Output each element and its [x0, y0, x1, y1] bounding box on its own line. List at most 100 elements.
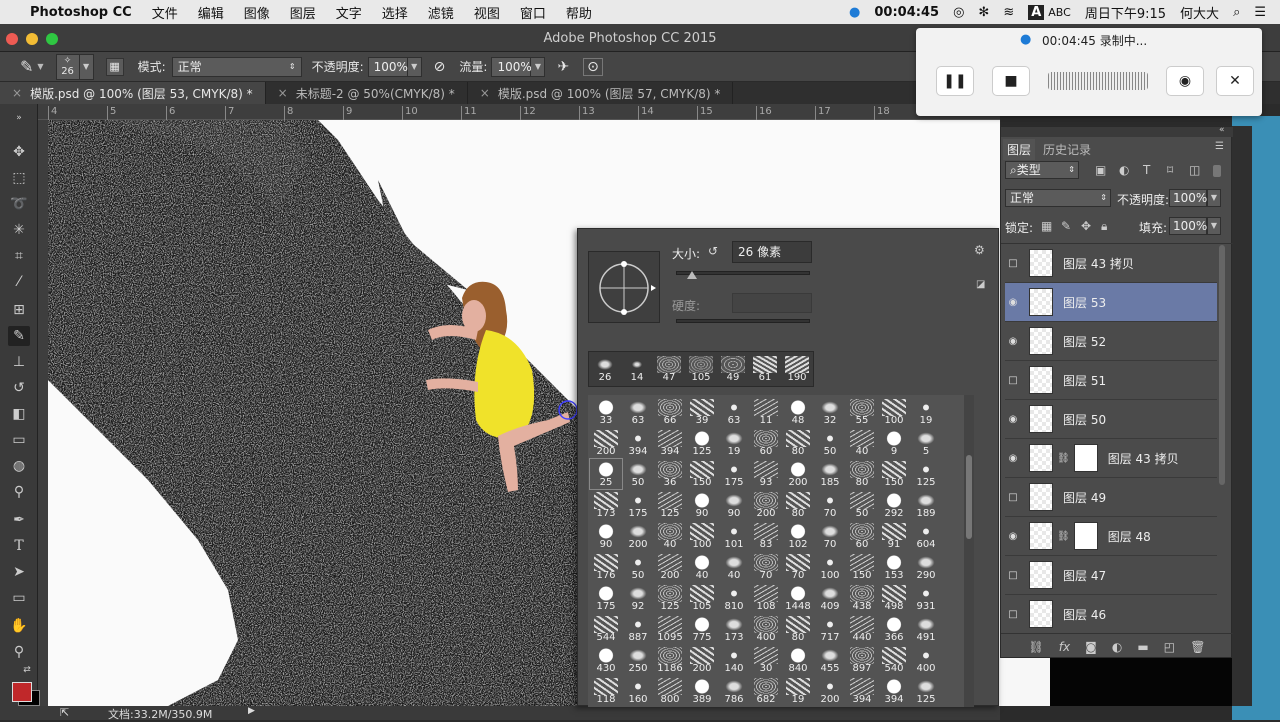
brush-preset[interactable]: 40: [654, 521, 686, 551]
brush-preset[interactable]: 173: [590, 490, 622, 520]
brush-preset[interactable]: 455: [814, 645, 846, 675]
brush-preset[interactable]: 60: [846, 521, 878, 551]
tab-layers[interactable]: 图层: [1003, 139, 1036, 160]
brush-preset[interactable]: 175: [718, 459, 750, 489]
brush-preset[interactable]: 682: [750, 676, 782, 706]
visibility-toggle[interactable]: □: [1005, 609, 1021, 620]
brush-preset[interactable]: 93: [750, 459, 782, 489]
spotlight-icon[interactable]: ⌕: [1233, 5, 1240, 20]
brush-preset[interactable]: 200: [622, 521, 654, 551]
brush-angle-preview[interactable]: [588, 251, 660, 323]
flow-field[interactable]: 100%: [491, 56, 532, 77]
brush-preset[interactable]: 150: [686, 459, 718, 489]
opacity-dropdown[interactable]: ▼: [407, 56, 422, 77]
brush-preset[interactable]: 118: [590, 676, 622, 706]
menu-help[interactable]: 帮助: [556, 3, 602, 22]
layer-blend-mode-select[interactable]: 正常 ⇕: [1005, 189, 1111, 207]
reset-size-icon[interactable]: ↺: [708, 244, 718, 258]
eye-icon[interactable]: ◉: [1005, 297, 1021, 308]
brush-preset[interactable]: 394: [846, 676, 878, 706]
recent-brush[interactable]: 61: [749, 354, 781, 384]
brush-preset[interactable]: 125: [910, 459, 942, 489]
stop-recording-button[interactable]: ■: [992, 66, 1030, 96]
tab-doc-3[interactable]: × 模版.psd @ 100% (图层 57, CMYK/8) *: [468, 82, 734, 104]
brush-preset[interactable]: 63: [718, 397, 750, 427]
menu-view[interactable]: 视图: [464, 3, 510, 22]
brush-preset[interactable]: 125: [654, 583, 686, 613]
visibility-toggle[interactable]: □: [1005, 375, 1021, 386]
eye-icon[interactable]: ◉: [1005, 336, 1021, 347]
opacity-field[interactable]: 100%: [367, 56, 408, 77]
brush-tool-icon[interactable]: ✎: [8, 326, 30, 346]
eraser-tool-icon[interactable]: ◧: [8, 404, 30, 424]
menu-edit[interactable]: 编辑: [188, 3, 234, 22]
flow-dropdown[interactable]: ▼: [531, 56, 546, 77]
layer-style-icon[interactable]: fx: [1059, 640, 1070, 654]
menubar-user[interactable]: 何大大: [1180, 3, 1219, 22]
filter-smart-object-icon[interactable]: ◫: [1189, 163, 1200, 177]
layer-row[interactable]: ◉ ⛓︎ 图层 48: [1005, 517, 1217, 556]
brush-preset[interactable]: 63: [622, 397, 654, 427]
gradient-tool-icon[interactable]: ▭: [8, 430, 30, 450]
menu-image[interactable]: 图像: [234, 3, 280, 22]
menubar-timer[interactable]: 00:04:45: [874, 5, 939, 20]
layer-row[interactable]: ◉ 图层 52: [1005, 322, 1217, 361]
tab-history[interactable]: 历史记录: [1039, 139, 1095, 160]
vertical-ruler[interactable]: [38, 120, 48, 706]
lock-pixels-icon[interactable]: ✎: [1061, 219, 1071, 233]
brush-panel-toggle-icon[interactable]: ▦: [105, 57, 124, 76]
brush-preset[interactable]: 366: [878, 614, 910, 644]
brush-preset[interactable]: 90: [590, 521, 622, 551]
zoom-tool-icon[interactable]: ⚲: [8, 642, 30, 662]
move-tool-icon[interactable]: ✥: [8, 142, 30, 162]
brush-preset[interactable]: 55: [846, 397, 878, 427]
blend-mode-select[interactable]: 正常 ⇕: [171, 56, 302, 77]
brush-preset[interactable]: 394: [622, 428, 654, 458]
layer-row[interactable]: □ 图层 46: [1005, 595, 1217, 634]
layer-row[interactable]: □ 图层 49: [1005, 478, 1217, 517]
brush-preset[interactable]: 840: [782, 645, 814, 675]
magic-wand-tool-icon[interactable]: ✳: [8, 220, 30, 240]
sync-icon[interactable]: ◎: [953, 5, 964, 20]
brush-preset[interactable]: 438: [846, 583, 878, 613]
marquee-tool-icon[interactable]: ⬚: [8, 168, 30, 188]
brush-preset[interactable]: 90: [686, 490, 718, 520]
add-mask-icon[interactable]: ◙: [1085, 640, 1097, 654]
eye-icon[interactable]: ◉: [1005, 414, 1021, 425]
brush-preset[interactable]: 32: [814, 397, 846, 427]
brush-grid-scrollbar[interactable]: [964, 395, 974, 707]
menu-file[interactable]: 文件: [142, 3, 188, 22]
brush-preset[interactable]: 887: [622, 614, 654, 644]
brush-preset[interactable]: 125: [686, 428, 718, 458]
layer-row[interactable]: ◉ 图层 53: [1005, 283, 1217, 322]
path-selection-tool-icon[interactable]: ➤: [8, 562, 30, 582]
close-tab-icon[interactable]: ×: [278, 86, 288, 100]
brush-preset[interactable]: 800: [654, 676, 686, 706]
brush-tool-preset-icon[interactable]: ✎: [20, 57, 33, 76]
bluetooth-icon[interactable]: ✻: [978, 5, 989, 20]
pen-tool-icon[interactable]: ✒: [8, 510, 30, 530]
visibility-toggle[interactable]: □: [1005, 258, 1021, 269]
brush-preset[interactable]: 175: [622, 490, 654, 520]
brush-preset[interactable]: 160: [622, 676, 654, 706]
brush-preset[interactable]: 292: [878, 490, 910, 520]
recent-brush[interactable]: 105: [685, 354, 717, 384]
brush-preset[interactable]: 80: [782, 490, 814, 520]
brush-preset[interactable]: 33: [590, 397, 622, 427]
eye-icon[interactable]: ◉: [1005, 531, 1021, 542]
recent-brush[interactable]: 47: [653, 354, 685, 384]
brush-preset[interactable]: 1448: [782, 583, 814, 613]
fill-field[interactable]: 100%: [1169, 217, 1207, 235]
brush-preset[interactable]: 200: [654, 552, 686, 582]
brush-preset[interactable]: 125: [910, 676, 942, 706]
pressure-opacity-icon[interactable]: ⊘: [434, 59, 446, 75]
brush-preset[interactable]: 80: [846, 459, 878, 489]
layer-opacity-dropdown[interactable]: ▼: [1207, 189, 1221, 207]
panel-menu-icon[interactable]: ☰: [1215, 141, 1224, 152]
menu-layer[interactable]: 图层: [280, 3, 326, 22]
blur-tool-icon[interactable]: ◍: [8, 456, 30, 476]
menu-type[interactable]: 文字: [326, 3, 372, 22]
brush-preset[interactable]: 540: [878, 645, 910, 675]
brush-preset[interactable]: 173: [718, 614, 750, 644]
menu-filter[interactable]: 滤镜: [418, 3, 464, 22]
